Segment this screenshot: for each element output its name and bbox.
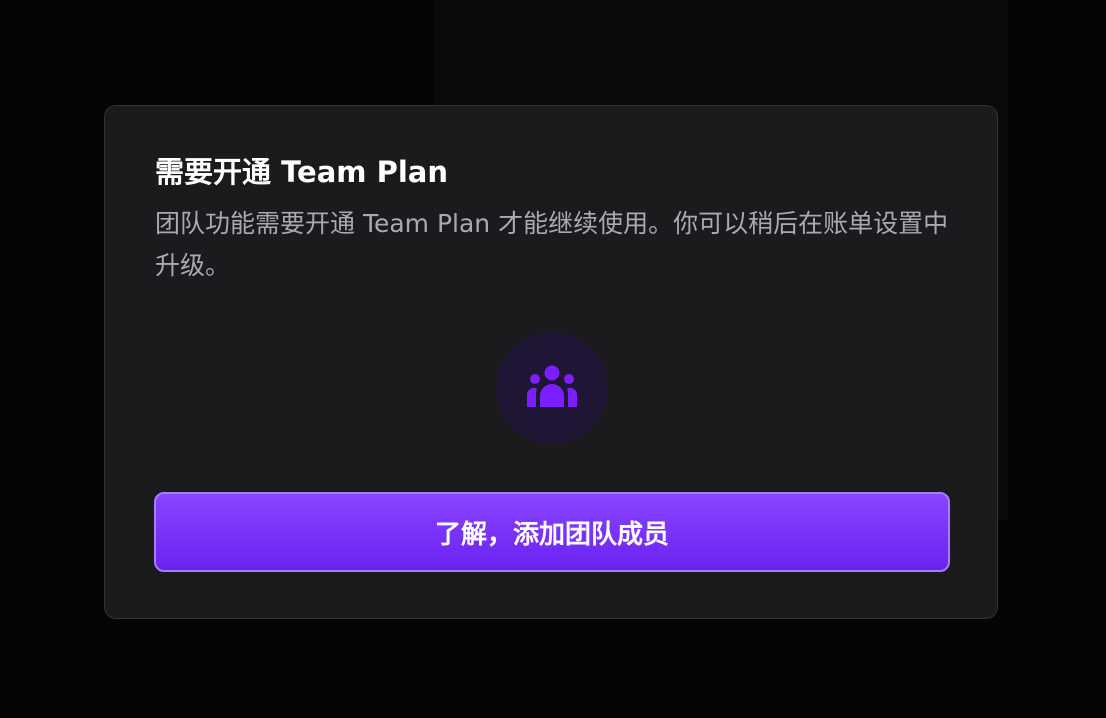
add-team-members-button[interactable]: 了解，添加团队成员 bbox=[154, 492, 950, 572]
team-users-icon bbox=[526, 365, 578, 407]
team-icon-badge bbox=[496, 332, 608, 444]
modal-title: 需要开通 Team Plan bbox=[155, 155, 448, 189]
upgrade-modal: 需要开通 Team Plan 团队功能需要开通 Team Plan 才能继续使用… bbox=[104, 105, 998, 619]
modal-description: 团队功能需要开通 Team Plan 才能继续使用。你可以稍后在账单设置中升级。 bbox=[155, 209, 949, 280]
